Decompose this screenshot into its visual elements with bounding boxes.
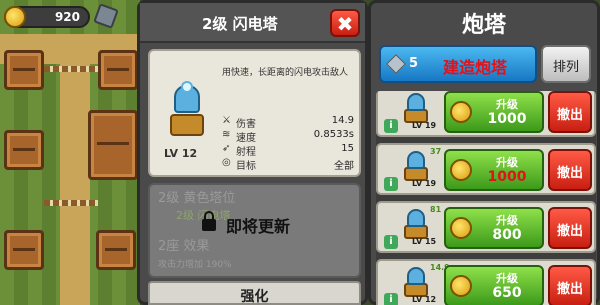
coin-icon [4,6,26,28]
upgrade-button[interactable]: 升级 800 [444,207,544,249]
tower-row-level: LV 15 [412,237,437,246]
map-crate [98,50,138,90]
info-icon[interactable]: i [384,177,398,191]
map-crate [88,110,138,180]
stat-damage: ⚔ 伤害 14.9 [222,115,354,130]
stat-target: ◎ 目标 全部 [222,157,354,172]
tower-level: LV 12 [164,147,198,160]
close-button[interactable]: ✖ [330,9,360,37]
coin-icon [450,159,472,181]
wind-icon: ≋ [222,129,231,140]
upgrade-button[interactable]: 升级 650 [444,265,544,305]
locked-line: 攻击力增加 190% [158,260,232,270]
tower-icon [402,151,430,181]
coming-soon-label: 即将更新 [226,217,291,236]
tower-row-level: LV 19 [412,179,437,188]
tower-row-stat: 81 [430,205,442,214]
tower-row-level: LV 12 [412,295,437,304]
lightning-tower-icon [168,81,206,136]
map-crate [96,230,136,270]
info-icon[interactable]: i [384,293,398,305]
map-path [60,60,90,305]
gem-icon [386,54,406,74]
upgrade-cost: 1000 [487,169,527,185]
tower-row: i LV 19 升级 1000 撤出 [376,91,596,137]
sell-button[interactable]: 撤出 [548,149,592,191]
map-crate [4,130,44,170]
tower-list-panel: 炮塔 5 建造炮塔 排列 i LV 19 升级 1000 撤出 37 i LV … [368,0,600,305]
build-count: 5 [409,56,419,71]
coin-counter: 920 [4,6,90,28]
upgrade-cost: 1000 [487,111,527,127]
map-crate [4,230,44,270]
close-icon: ✖ [336,12,354,36]
tower-row: 14.9 i LV 12 升级 650 撤出 [376,259,596,305]
stat-range: ➶ 射程 15 [222,143,354,158]
swords-icon: ⚔ [222,115,231,126]
tower-details: LV 12 用快速，长距离的闪电攻击敌人 ⚔ 伤害 14.9 ≋ 速度 0.85… [148,49,361,177]
sell-button[interactable]: 撤出 [548,91,592,133]
upgrade-cost: 650 [492,285,522,301]
upgrade-cost: 800 [492,227,522,243]
tower-list[interactable]: i LV 19 升级 1000 撤出 37 i LV 19 升级 1000 撤出… [376,91,596,305]
lock-icon [202,211,216,233]
tower-description: 用快速，长距离的闪电攻击敌人 [222,68,349,78]
tower-icon [402,93,430,123]
locked-line: 2级 黄色塔位 [158,191,236,206]
tower-row: 37 i LV 19 升级 1000 撤出 [376,143,596,195]
sell-button[interactable]: 撤出 [548,265,592,305]
tower-list-title: 炮塔 [461,13,506,38]
upgrade-button[interactable]: 升级 1000 [444,91,544,133]
strengthen-button[interactable]: 强化 [148,281,361,305]
gem-icon [93,3,119,29]
upgrade-button[interactable]: 升级 1000 [444,149,544,191]
coin-icon [450,217,472,239]
coin-icon [450,101,472,123]
info-icon[interactable]: i [384,119,398,133]
stat-speed: ≋ 速度 0.8533s [222,129,354,144]
coin-value: 920 [54,10,80,24]
locked-upgrade-section: 2级 黄色塔位 2级 闪电塔 2座 效果 攻击力增加 190% 即将更新 [148,183,361,278]
tower-info-panel: 2级 闪电塔 ✖ LV 12 用快速，长距离的闪电攻击敌人 ⚔ 伤害 14.9 … [137,0,368,305]
sell-button[interactable]: 撤出 [548,207,592,249]
tower-row-level: LV 19 [412,121,437,130]
tower-info-header: 2级 闪电塔 ✖ [140,3,365,43]
arrow-icon: ➶ [222,143,231,154]
tower-row-stat: 37 [430,147,442,156]
locked-line: 2座 效果 [158,239,210,254]
map-fence [44,66,98,72]
coin-icon [450,275,472,297]
build-label: 建造炮塔 [443,58,508,77]
tower-icon [402,267,430,297]
target-icon: ◎ [222,157,231,168]
tower-icon [402,209,430,239]
sort-button[interactable]: 排列 [541,45,591,83]
game-screen: 920 2级 闪电塔 ✖ LV 12 用快速，长距离的闪电攻击敌人 ⚔ 伤害 1… [0,0,600,305]
map-crate [4,50,44,90]
build-tower-button[interactable]: 5 建造炮塔 [379,45,537,83]
game-map: 920 [0,0,140,305]
info-icon[interactable]: i [384,235,398,249]
tower-info-title: 2级 闪电塔 [202,15,278,33]
tower-row: 81 i LV 15 升级 800 撤出 [376,201,596,253]
map-fence [44,200,98,206]
